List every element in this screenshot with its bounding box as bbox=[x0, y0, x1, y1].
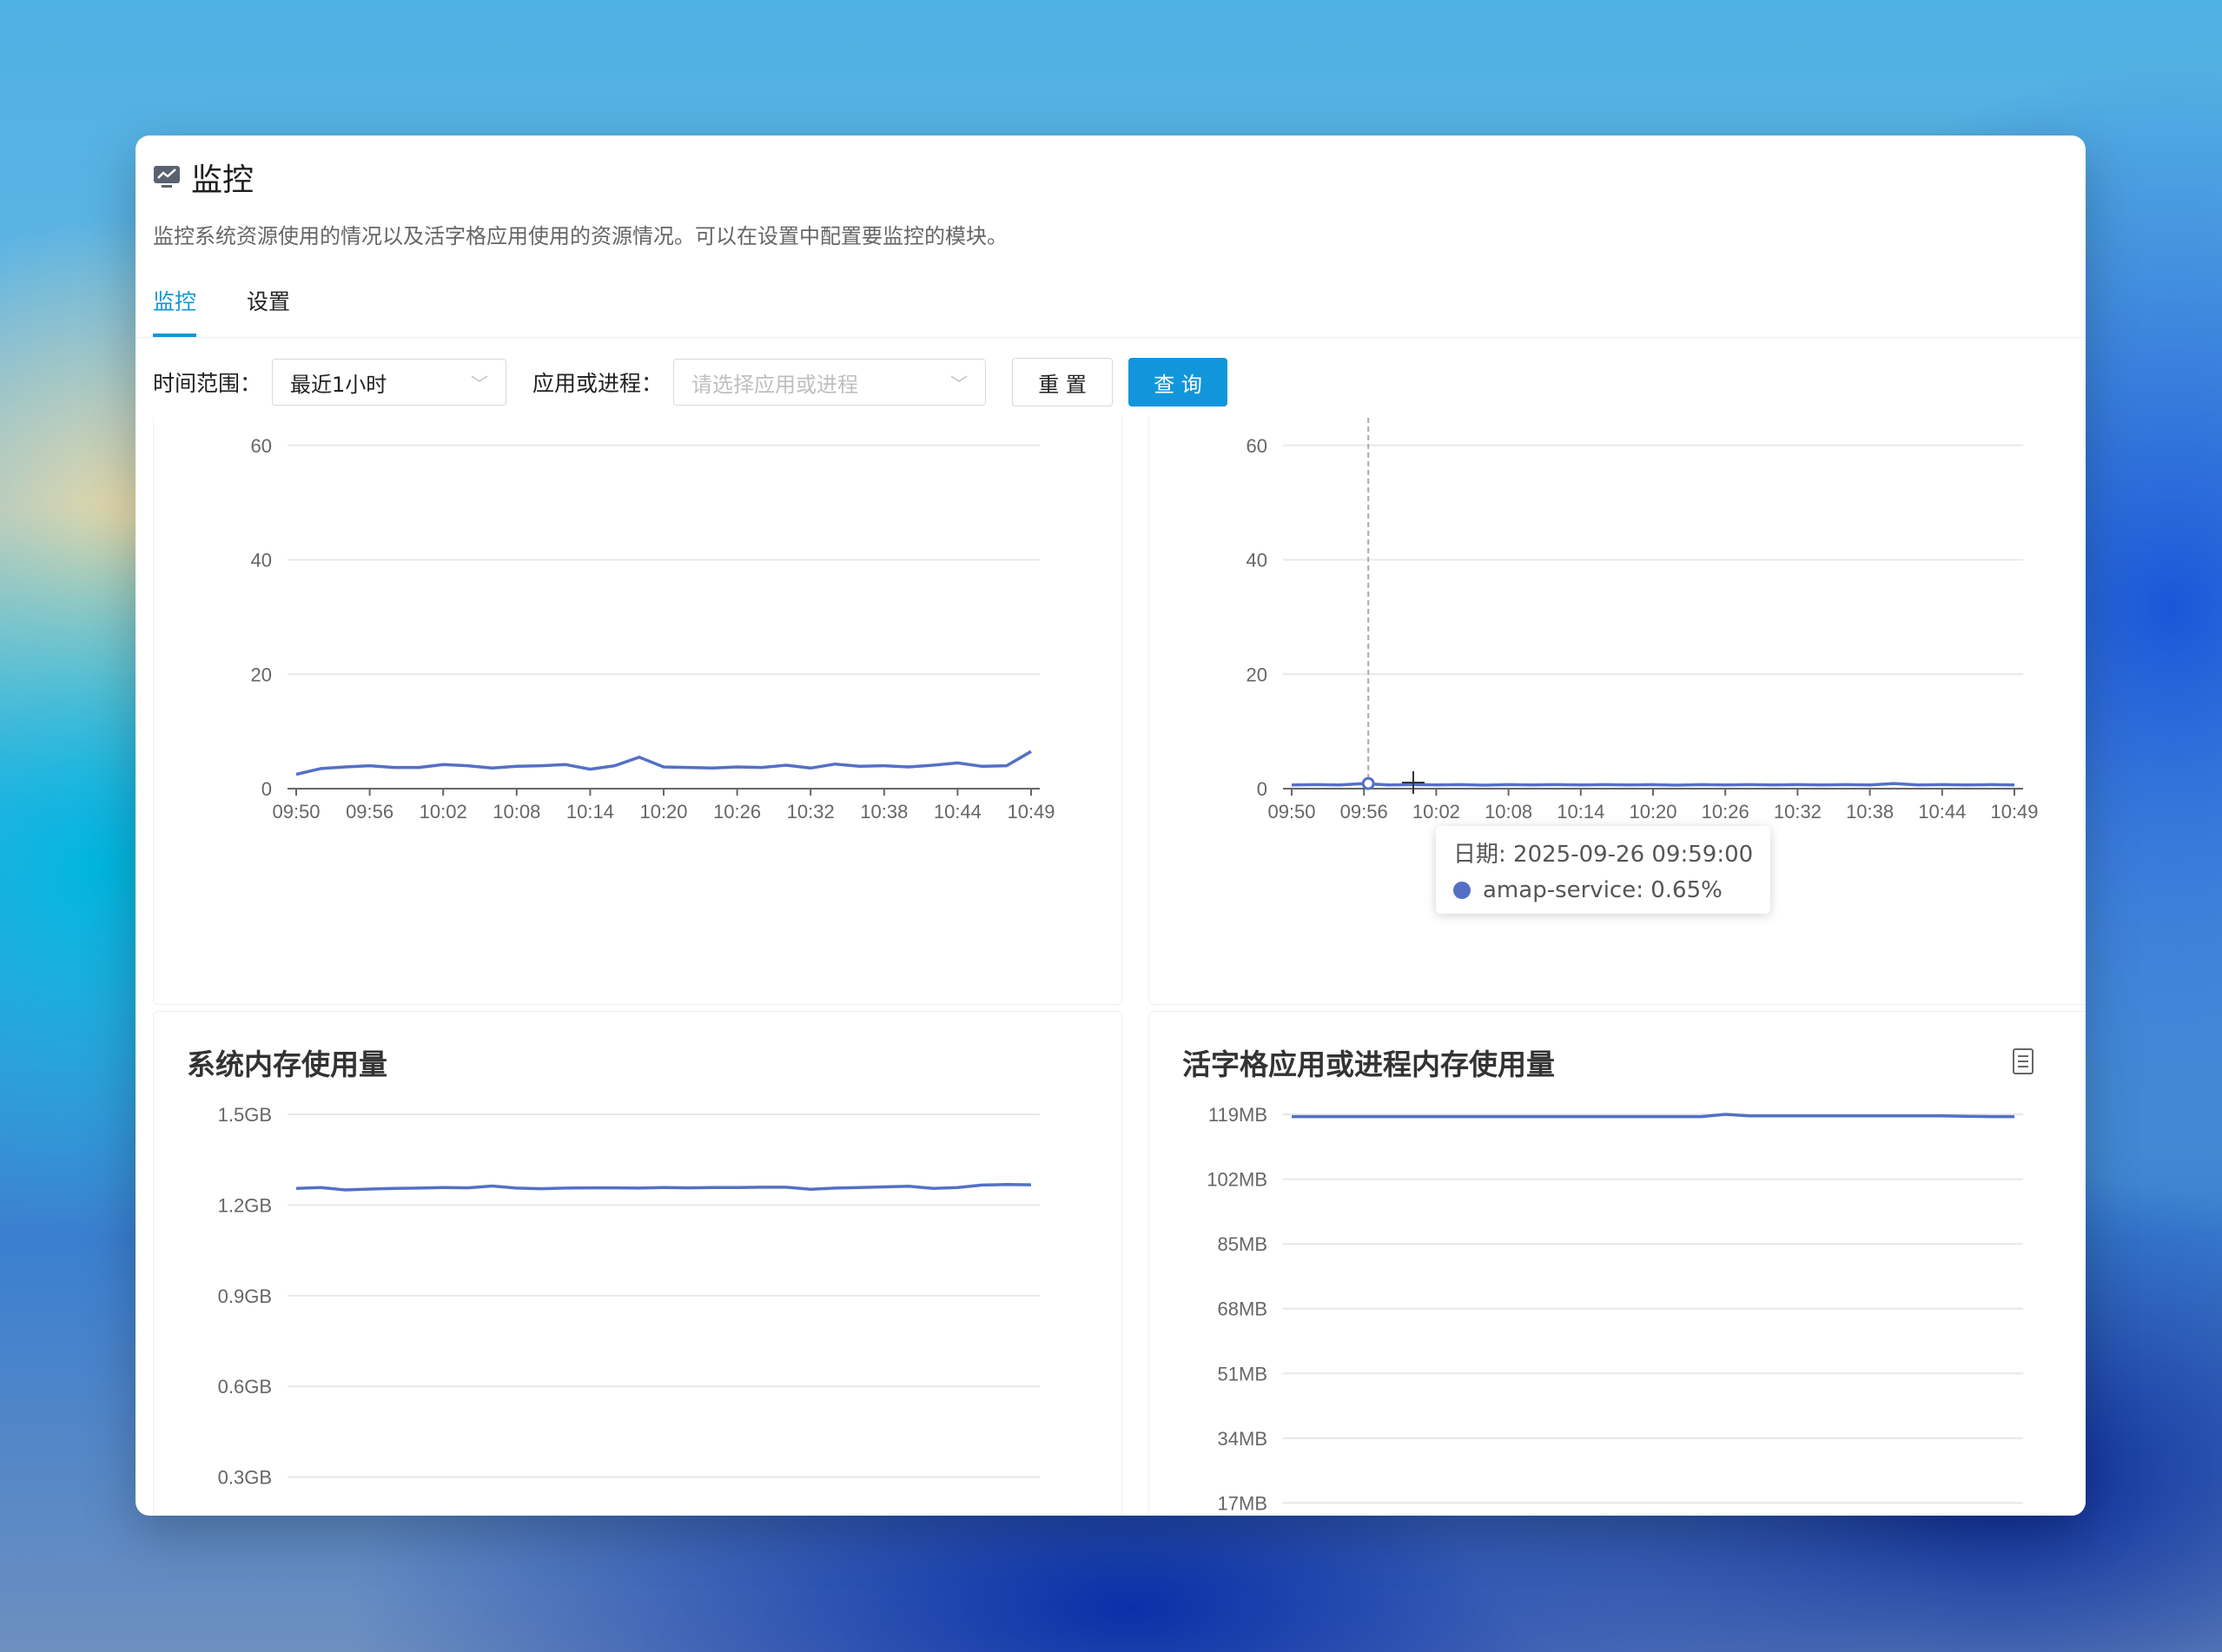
y-tick-label: 102MB bbox=[1207, 1169, 1267, 1191]
x-tick-label: 10:02 bbox=[1412, 801, 1460, 823]
reset-button[interactable]: 重 置 bbox=[1012, 358, 1114, 406]
y-tick-label: 34MB bbox=[1218, 1428, 1267, 1450]
series-line bbox=[295, 750, 1032, 776]
time-range-select[interactable]: 最近1小时 ﹀ bbox=[272, 359, 507, 406]
chart-tooltip: 日期: 2025-09-26 09:59:00 amap-service: 0.… bbox=[1436, 826, 1771, 914]
app-process-label: 应用或进程： bbox=[532, 371, 664, 396]
x-tick-label: 10:44 bbox=[934, 801, 982, 823]
x-tick-label: 09:56 bbox=[1340, 801, 1388, 823]
y-tick-label: 85MB bbox=[1218, 1233, 1267, 1255]
tooltip-date: 日期: 2025-09-26 09:59:00 bbox=[1453, 842, 1754, 868]
y-tick-label: 51MB bbox=[1218, 1363, 1267, 1384]
y-tick-label: 1.5GB bbox=[218, 1104, 272, 1126]
x-tick-label: 10:26 bbox=[1702, 801, 1749, 823]
app-process-placeholder: 请选择应用或进程 bbox=[691, 372, 859, 397]
y-tick-label: 17MB bbox=[1218, 1492, 1267, 1514]
x-tick-label: 09:50 bbox=[1267, 801, 1315, 823]
query-button[interactable]: 查 询 bbox=[1128, 358, 1228, 406]
system-cpu-chart: 0 20 40 60 09:50 09:56 10:02 10:08 10:14 10:20 10:… bbox=[251, 435, 1055, 823]
y-tick-label: 20 bbox=[251, 664, 272, 685]
app-cpu-card: 0 20 40 60 09:50 09:56 10:02 10:08 10:14 10:20 10:… bbox=[1148, 417, 2086, 1005]
monitor-window: 监控 监控系统资源使用的情况以及活字格应用使用的资源情况。可以在设置中配置要监控… bbox=[136, 135, 2086, 1516]
tab-monitor[interactable]: 监控 bbox=[153, 285, 197, 337]
y-tick-label: 60 bbox=[251, 435, 272, 457]
app-memory-title: 活字格应用或进程内存使用量 bbox=[1182, 1047, 1555, 1081]
y-tick-label: 40 bbox=[1247, 550, 1267, 572]
x-tick-label: 10:26 bbox=[713, 801, 761, 823]
x-tick-label: 10:02 bbox=[420, 801, 467, 823]
x-tick-label: 10:32 bbox=[1774, 801, 1822, 823]
hover-point bbox=[1361, 776, 1375, 790]
x-tick-label: 10:32 bbox=[787, 801, 835, 823]
y-tick-label: 1.2GB bbox=[218, 1194, 272, 1216]
system-memory-chart: 0GB0.3GB0.6GB0.9GB1.2GB1.5GB09:5009:5610… bbox=[218, 1104, 1040, 1489]
y-tick-label: 0.3GB bbox=[218, 1467, 272, 1489]
series-dot-icon bbox=[1453, 882, 1471, 899]
page-title: 监控 bbox=[191, 162, 255, 198]
system-cpu-card: 0 20 40 60 09:50 09:56 10:02 10:08 10:14 10:20 10:… bbox=[153, 417, 1122, 1005]
y-tick-label: 0 bbox=[1257, 778, 1267, 800]
x-tick-label: 10:38 bbox=[860, 801, 908, 823]
time-range-label: 时间范围： bbox=[153, 371, 262, 396]
data-view-icon[interactable] bbox=[2013, 1048, 2034, 1074]
y-tick-label: 119MB bbox=[1208, 1104, 1267, 1126]
y-tick-label: 60 bbox=[1247, 435, 1267, 457]
app-memory-chart: 0B17MB34MB51MB68MB85MB102MB119MB09:5009:… bbox=[1207, 1104, 2023, 1514]
x-tick-label: 10:14 bbox=[1557, 801, 1604, 823]
tab-bar: 监控 设置 bbox=[153, 285, 341, 337]
page-description: 监控系统资源使用的情况以及活字格应用使用的资源情况。可以在设置中配置要监控的模块… bbox=[153, 224, 1008, 248]
tab-divider bbox=[136, 337, 2086, 338]
tab-settings[interactable]: 设置 bbox=[247, 285, 290, 337]
app-process-select[interactable]: 请选择应用或进程 ﹀ bbox=[673, 359, 987, 406]
x-tick-label: 10:49 bbox=[1007, 801, 1055, 823]
x-tick-label: 09:56 bbox=[346, 801, 393, 823]
charts-panel[interactable]: 0 20 40 60 09:50 09:56 10:02 10:08 10:14 10:20 10:… bbox=[153, 417, 2086, 1516]
series-line bbox=[295, 1182, 1032, 1192]
x-tick-label: 09:50 bbox=[272, 801, 320, 823]
x-tick-label: 10:08 bbox=[493, 801, 540, 823]
app-cpu-chart: 0 20 40 60 09:50 09:56 10:02 10:08 10:14 10:20 10:… bbox=[1247, 417, 2039, 856]
x-tick-label: 10:14 bbox=[566, 801, 614, 823]
monitor-chart-icon bbox=[154, 166, 180, 188]
app-memory-card: 活字格应用或进程内存使用量 0B17MB34MB51MB68MB85MB102M… bbox=[1148, 1011, 2086, 1516]
crosshair-cursor-icon bbox=[1402, 771, 1425, 794]
y-tick-label: 40 bbox=[251, 550, 272, 572]
y-tick-label: 68MB bbox=[1218, 1298, 1267, 1320]
page-header: 监控 bbox=[153, 155, 254, 200]
x-tick-label: 10:20 bbox=[639, 801, 687, 823]
x-tick-label: 10:44 bbox=[1918, 801, 1966, 823]
x-tick-label: 10:49 bbox=[1990, 801, 2038, 823]
y-tick-label: 0.9GB bbox=[218, 1285, 272, 1307]
system-memory-card: 系统内存使用量 0GB0.3GB0.6GB0.9GB1.2GB1.5GB09:5… bbox=[153, 1011, 1122, 1516]
y-tick-label: 20 bbox=[1247, 664, 1267, 685]
x-tick-label: 10:20 bbox=[1629, 801, 1676, 823]
chevron-down-icon: ﹀ bbox=[471, 373, 489, 394]
y-tick-label: 0 bbox=[261, 778, 272, 800]
system-memory-title: 系统内存使用量 bbox=[187, 1047, 387, 1081]
x-tick-label: 10:08 bbox=[1485, 801, 1532, 823]
filter-toolbar: 时间范围： 最近1小时 ﹀ 应用或进程： 请选择应用或进程 ﹀ 重 置 查 询 bbox=[153, 358, 1228, 406]
y-tick-label: 0.6GB bbox=[218, 1376, 272, 1398]
x-tick-label: 10:38 bbox=[1846, 801, 1894, 823]
tooltip-value: amap-service: 0.65% bbox=[1483, 877, 1723, 903]
time-range-value: 最近1小时 bbox=[290, 372, 387, 397]
chevron-down-icon: ﹀ bbox=[950, 373, 969, 394]
